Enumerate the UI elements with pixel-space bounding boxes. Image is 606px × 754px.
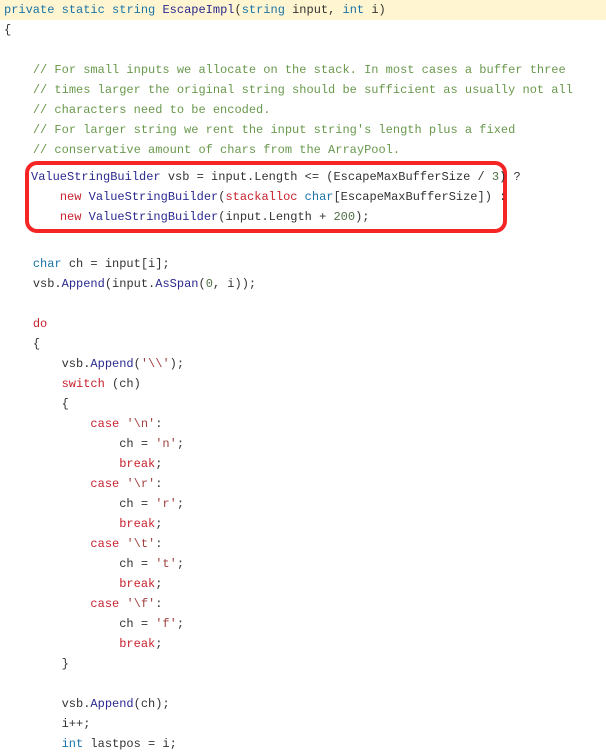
highlighted-code-box: ValueStringBuilder vsb = input.Length <=… — [25, 161, 507, 233]
code-line: i++; — [0, 714, 606, 734]
code-line: case '\f': — [0, 594, 606, 614]
code-line: case '\t': — [0, 534, 606, 554]
code-line: ch = 'f'; — [0, 614, 606, 634]
code-line: ch = 'n'; — [0, 434, 606, 454]
open-brace: { — [0, 20, 606, 40]
code-line: ValueStringBuilder vsb = input.Length <=… — [31, 167, 501, 187]
code-line: case '\r': — [0, 474, 606, 494]
blank-line — [0, 234, 606, 254]
code-line: break; — [0, 574, 606, 594]
comment-line: // characters need to be encoded. — [0, 100, 606, 120]
code-line: new ValueStringBuilder(input.Length + 20… — [31, 207, 501, 227]
comment-line: // For larger string we rent the input s… — [0, 120, 606, 140]
code-line: ch = 'r'; — [0, 494, 606, 514]
code-line: vsb.Append('\\'); — [0, 354, 606, 374]
code-line: { — [0, 394, 606, 414]
method-signature: private static string EscapeImpl(string … — [0, 0, 606, 20]
comment-line: // conservative amount of chars from the… — [0, 140, 606, 160]
code-line: char ch = input[i]; — [0, 254, 606, 274]
blank-line — [0, 674, 606, 694]
code-line: vsb.Append(input.AsSpan(0, i)); — [0, 274, 606, 294]
code-line: { — [0, 334, 606, 354]
code-line: int lastpos = i; — [0, 734, 606, 754]
code-line: switch (ch) — [0, 374, 606, 394]
code-line: break; — [0, 514, 606, 534]
comment-line: // times larger the original string shou… — [0, 80, 606, 100]
code-line: break; — [0, 634, 606, 654]
code-line: ch = 't'; — [0, 554, 606, 574]
blank-line — [0, 294, 606, 314]
code-line: do — [0, 314, 606, 334]
blank-line — [0, 40, 606, 60]
code-line: case '\n': — [0, 414, 606, 434]
code-line: } — [0, 654, 606, 674]
code-line: new ValueStringBuilder(stackalloc char[E… — [31, 187, 501, 207]
code-line: break; — [0, 454, 606, 474]
code-line: vsb.Append(ch); — [0, 694, 606, 714]
comment-line: // For small inputs we allocate on the s… — [0, 60, 606, 80]
